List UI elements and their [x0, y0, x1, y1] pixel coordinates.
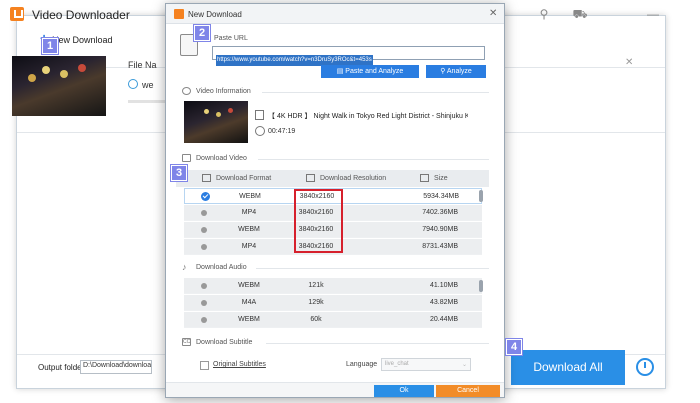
info-icon [182, 87, 191, 95]
download-all-button[interactable]: Download All [511, 350, 625, 385]
dialog-logo-icon [174, 9, 184, 19]
size-column-icon [420, 174, 429, 182]
audio-row[interactable]: M4A 129k 43.82MB [184, 295, 482, 311]
row-size: 7940.90MB [422, 226, 458, 233]
row-size: 20.44MB [429, 316, 458, 323]
cc-icon: CC [182, 338, 191, 346]
step-badge-1: 1 [42, 38, 58, 54]
row-format: MP4 [241, 243, 257, 250]
radio-dot-icon[interactable] [201, 283, 207, 289]
row-size: 7402.36MB [422, 209, 458, 216]
row-format: MP4 [241, 209, 257, 216]
video-scrollbar[interactable] [479, 190, 483, 202]
key-icon[interactable]: ⚲ [535, 6, 553, 22]
cart-icon[interactable]: ⛟ [571, 6, 589, 22]
ok-button[interactable]: Ok [374, 385, 434, 397]
output-folder-input[interactable]: D:\Download\download v [80, 360, 152, 374]
original-subtitles-checkbox[interactable] [200, 361, 209, 370]
radio-dot-icon[interactable] [201, 210, 207, 216]
paste-url-label: Paste URL [214, 35, 248, 42]
divider [262, 92, 489, 93]
language-select[interactable]: live_chat ⌄ [381, 358, 471, 371]
row-size: 41.10MB [429, 282, 458, 289]
row-format: M4A [241, 299, 257, 306]
selected-check-icon[interactable] [201, 192, 210, 201]
format-column-icon [202, 174, 211, 182]
original-subtitles-label[interactable]: Original Subtitles [213, 361, 266, 368]
divider [266, 343, 489, 344]
audio-scrollbar[interactable] [479, 280, 483, 292]
paste-and-analyze-label: Paste and Analyze [345, 68, 404, 75]
divider [256, 268, 489, 269]
dialog-title: New Download [188, 10, 242, 19]
row-size: 8731.43MB [422, 243, 458, 250]
audio-row[interactable]: WEBM 60k 20.44MB [184, 312, 482, 328]
analyze-label: Analyze [446, 68, 472, 75]
alarm-clock-icon[interactable] [636, 358, 654, 376]
radio-dot-icon[interactable] [201, 317, 207, 323]
row-bitrate: 121k [308, 282, 324, 289]
clipboard-icon: ▤ [336, 68, 346, 75]
language-value: live_chat [385, 361, 409, 367]
search-icon: ⚲ [440, 68, 447, 75]
video-title: 【 4K HDR 】 Night Walk in Tokyo Red Light… [268, 113, 468, 120]
chevron-down-icon: ⌄ [461, 362, 467, 368]
row-bitrate: 60k [310, 316, 322, 323]
url-input[interactable]: https://www.youtube.com/watch?v=n3DruSy3… [212, 46, 485, 66]
radio-dot-icon[interactable] [201, 227, 207, 233]
download-audio-label: Download Audio [196, 264, 247, 271]
task-thumbnail [12, 56, 106, 116]
dialog-close-icon[interactable]: ✕ [489, 8, 497, 19]
clock-icon [255, 126, 265, 136]
minimize-icon[interactable]: — [644, 6, 662, 22]
analyze-button[interactable]: ⚲ Analyze [426, 65, 486, 78]
step-badge-4: 4 [506, 339, 522, 355]
new-download-dialog: New Download ✕ Paste URL https://www.you… [165, 3, 505, 398]
app-title: Video Downloader [32, 8, 130, 22]
format-icon [128, 79, 138, 89]
app-logo-icon [10, 7, 24, 21]
video-thumbnail [184, 101, 248, 143]
row-format: WEBM [238, 282, 260, 289]
new-download-button[interactable]: New Download [52, 35, 113, 45]
step-badge-3: 3 [171, 165, 187, 181]
language-label: Language [346, 361, 378, 368]
column-format: Download Format [216, 175, 272, 182]
audio-row[interactable]: WEBM 121k 41.10MB [184, 278, 482, 294]
resolution-column-icon [306, 174, 315, 182]
music-note-icon: ♪ [182, 262, 187, 272]
resolution-highlight-box [294, 189, 343, 253]
radio-dot-icon[interactable] [201, 244, 207, 250]
task-close-icon[interactable]: ✕ [625, 57, 633, 68]
column-resolution: Download Resolution [320, 175, 387, 182]
column-size: Size [434, 175, 448, 182]
row-size: 5934.34MB [423, 193, 459, 200]
divider [258, 159, 489, 160]
video-title-icon [255, 110, 264, 120]
download-subtitle-label: Download Subtitle [196, 339, 253, 346]
paste-and-analyze-button[interactable]: ▤ Paste and Analyze [321, 65, 419, 78]
cancel-button[interactable]: Cancel [436, 385, 500, 397]
download-video-label: Download Video [196, 155, 247, 162]
task-file-label: File Na [128, 60, 157, 70]
row-format: WEBM [238, 226, 260, 233]
row-size: 43.82MB [429, 299, 458, 306]
video-icon [182, 154, 191, 162]
task-format: we [142, 80, 154, 90]
task-progress [128, 100, 168, 103]
video-info-label: Video Information [196, 88, 251, 95]
row-bitrate: 129k [308, 299, 324, 306]
video-table-header: Download Format Download Resolution Size [176, 170, 489, 187]
row-format: WEBM [239, 193, 261, 200]
step-badge-2: 2 [194, 25, 210, 41]
video-duration: 00:47:19 [268, 128, 296, 135]
radio-dot-icon[interactable] [201, 300, 207, 306]
row-format: WEBM [238, 316, 260, 323]
